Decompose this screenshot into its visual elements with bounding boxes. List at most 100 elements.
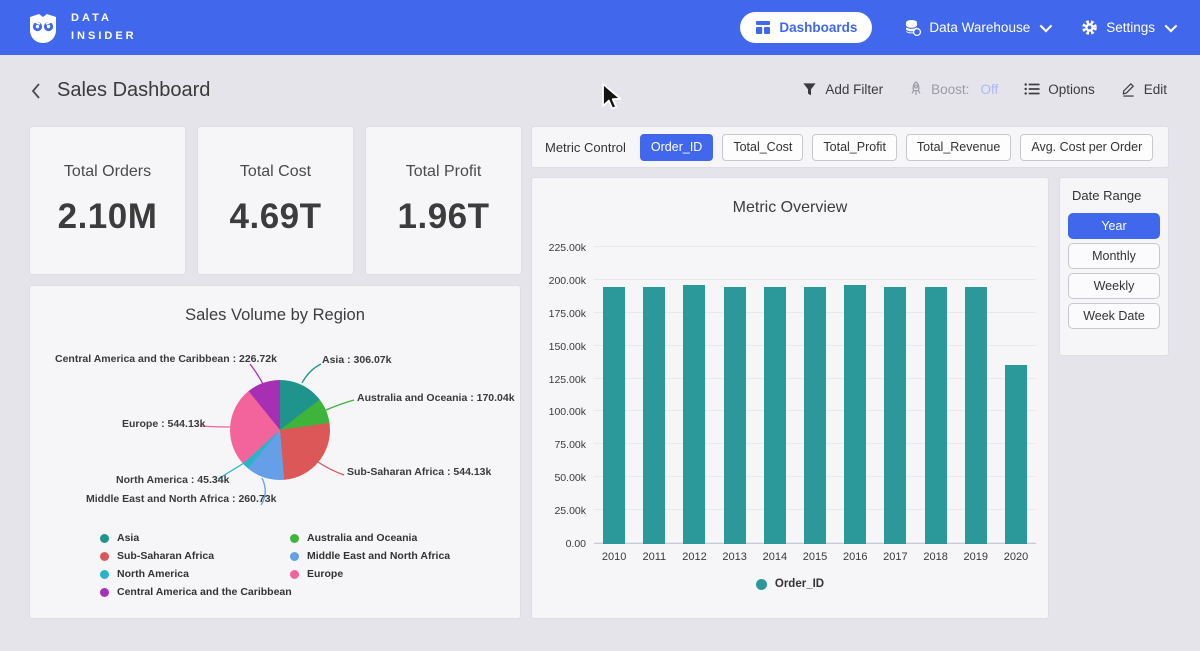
bar-2015 — [804, 287, 826, 544]
kpi-card-total-orders: Total Orders 2.10M — [30, 127, 185, 274]
y-axis-tick: 175.00k — [532, 308, 586, 320]
options-label: Options — [1048, 82, 1095, 97]
pencil-icon — [1121, 81, 1136, 97]
bar-slot-2010 — [594, 287, 634, 544]
date-range-option-year[interactable]: Year — [1068, 213, 1160, 239]
chevron-down-icon — [1040, 20, 1053, 33]
kpi-label: Total Profit — [406, 163, 482, 181]
x-axis-label: 2014 — [755, 551, 795, 563]
rocket-icon — [909, 81, 923, 97]
date-range-option-weekly[interactable]: Weekly — [1068, 273, 1160, 299]
pie-slice-label-north-america: North America : 45.34k — [116, 474, 229, 486]
options-button[interactable]: Options — [1024, 82, 1095, 97]
bar-2019 — [965, 287, 987, 544]
bar-slot-2016 — [835, 285, 875, 544]
pie-legend-item-australia-and-oceania[interactable]: Australia and Oceania — [290, 532, 450, 544]
metric-option-avg-cost-per-order[interactable]: Avg. Cost per Order — [1020, 134, 1153, 161]
pie-chart — [230, 380, 330, 480]
pie-slice-label-europe: Europe : 544.13k — [122, 418, 205, 430]
legend-dot — [290, 534, 299, 543]
metric-option-order-id[interactable]: Order_ID — [640, 134, 713, 161]
chevron-down-icon — [1165, 20, 1178, 33]
pie-legend-item-middle-east-and-north-africa[interactable]: Middle East and North Africa — [290, 550, 450, 562]
pie-slice-label-sub-saharan-africa: Sub-Saharan Africa : 544.13k — [347, 466, 491, 478]
bar-2013 — [724, 287, 746, 544]
bar-slot-2011 — [634, 287, 674, 544]
pie-legend-item-central-america-and-the-caribbean[interactable]: Central America and the Caribbean — [100, 586, 292, 598]
nav-menu: Dashboards Data Warehouse Settings — [740, 12, 1174, 43]
bar-slot-2019 — [956, 287, 996, 544]
y-axis-tick: 100.00k — [532, 406, 586, 418]
mouse-cursor — [598, 82, 624, 112]
add-filter-button[interactable]: Add Filter — [802, 82, 883, 97]
metric-option-total-profit[interactable]: Total_Profit — [812, 134, 897, 161]
legend-label: Central America and the Caribbean — [117, 586, 292, 598]
kpi-label: Total Orders — [64, 163, 151, 181]
kpi-label: Total Cost — [240, 163, 311, 181]
legend-label: Middle East and North Africa — [307, 550, 450, 562]
bar-slot-2018 — [916, 287, 956, 544]
boost-toggle[interactable]: Boost:Off — [909, 81, 998, 97]
x-axis-label: 2015 — [795, 551, 835, 563]
bar-2018 — [925, 287, 947, 544]
pie-title: Sales Volume by Region — [30, 306, 520, 325]
y-axis-tick: 25.00k — [532, 505, 586, 517]
legend-dot — [100, 534, 109, 543]
filter-icon — [802, 82, 817, 97]
pie-legend-col-1: Asia Sub-Saharan Africa North America Centr… — [100, 532, 292, 598]
back-button[interactable] — [26, 80, 46, 105]
metric-option-total-cost[interactable]: Total_Cost — [722, 134, 803, 161]
boost-value: Off — [980, 82, 998, 97]
header-actions: Add Filter Boost:Off Options Edit — [802, 81, 1167, 97]
nav-dashboards-label: Dashboards — [779, 20, 857, 35]
pie-legend-item-asia[interactable]: Asia — [100, 532, 292, 544]
bar-slot-2015 — [795, 287, 835, 544]
dashboards-grid-icon — [755, 20, 771, 35]
nav-settings[interactable]: Settings — [1081, 19, 1174, 36]
bar-2020 — [1005, 365, 1027, 544]
kpi-card-total-profit: Total Profit 1.96T — [366, 127, 521, 274]
y-axis-tick: 150.00k — [532, 341, 586, 353]
date-range-option-monthly[interactable]: Monthly — [1068, 243, 1160, 269]
bar-slot-2017 — [875, 287, 915, 544]
back-chevron-icon — [28, 82, 44, 100]
x-axis-label: 2010 — [594, 551, 634, 563]
x-axis-label: 2016 — [835, 551, 875, 563]
bar-chart-bars — [594, 248, 1036, 544]
owl-logo-icon — [26, 11, 60, 45]
bar-slot-2012 — [674, 285, 714, 544]
bar-2012 — [683, 285, 705, 544]
top-nav: DATA INSIDER Dashboards Data Warehouse — [0, 0, 1200, 55]
pie-legend-item-sub-saharan-africa[interactable]: Sub-Saharan Africa — [100, 550, 292, 562]
y-axis-tick: 225.00k — [532, 242, 586, 254]
metric-option-total-revenue[interactable]: Total_Revenue — [906, 134, 1011, 161]
page-title: Sales Dashboard — [57, 79, 210, 102]
nav-dashboards-button[interactable]: Dashboards — [740, 12, 872, 43]
pie-slice-label-asia: Asia : 306.07k — [322, 354, 391, 366]
bar-chart-legend[interactable]: Order_ID — [532, 578, 1048, 590]
bar-2014 — [764, 287, 786, 544]
gridline — [594, 246, 1036, 247]
nav-data-warehouse[interactable]: Data Warehouse — [904, 19, 1049, 36]
pie-slice-label-australia-and-oceania: Australia and Oceania : 170.04k — [357, 392, 515, 404]
date-range-options: Year Monthly Weekly Week Date — [1068, 213, 1160, 329]
sales-volume-pie-card: Sales Volume by Region Asia : 306.07k Aus… — [30, 286, 520, 618]
pie-legend-item-north-america[interactable]: North America — [100, 568, 292, 580]
legend-dot — [100, 588, 109, 597]
brand-logo[interactable]: DATA INSIDER — [26, 10, 137, 44]
legend-label: Asia — [117, 532, 139, 544]
legend-dot — [756, 579, 767, 590]
brand-name: DATA INSIDER — [71, 10, 137, 44]
kpi-value: 4.69T — [230, 197, 322, 237]
x-axis-label: 2020 — [996, 551, 1036, 563]
edit-button[interactable]: Edit — [1121, 81, 1167, 97]
x-axis-label: 2013 — [715, 551, 755, 563]
y-axis-tick: 125.00k — [532, 374, 586, 386]
y-axis-tick: 50.00k — [532, 472, 586, 484]
x-axis-label: 2019 — [956, 551, 996, 563]
pie-slice-label-middle-east-and-north-africa: Middle East and North Africa : 260.73k — [86, 493, 276, 505]
date-range-option-week-date[interactable]: Week Date — [1068, 303, 1160, 329]
x-axis-label: 2012 — [674, 551, 714, 563]
pie-legend-item-europe[interactable]: Europe — [290, 568, 450, 580]
metric-control-options: Order_ID Total_Cost Total_Profit Total_Reve… — [640, 134, 1153, 161]
